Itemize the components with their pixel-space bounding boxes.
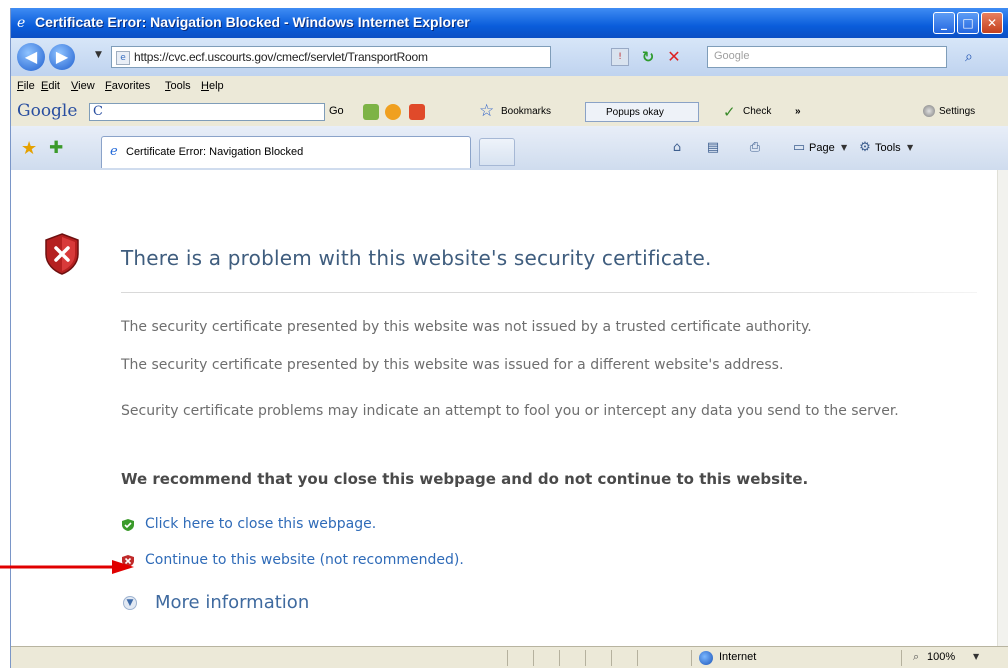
status-divider bbox=[533, 650, 534, 666]
status-divider bbox=[901, 650, 902, 666]
search-placeholder: Google bbox=[714, 50, 750, 62]
status-divider bbox=[507, 650, 508, 666]
warning-text: Security certificate problems may indica… bbox=[121, 403, 899, 419]
new-tab-button[interactable] bbox=[479, 138, 515, 166]
menu-tools[interactable]: Tools bbox=[165, 80, 191, 92]
minimize-button[interactable]: _ bbox=[933, 12, 955, 34]
status-divider bbox=[611, 650, 612, 666]
favorites-center-icon[interactable]: ★ bbox=[21, 138, 37, 159]
expand-chevron-icon[interactable]: ▼ bbox=[123, 596, 137, 610]
address-toolbar: ◀ ▶ ▼ e https://cvc.ecf.uscourts.gov/cme… bbox=[11, 38, 1008, 76]
security-zone: Internet bbox=[719, 651, 757, 663]
close-page-link[interactable]: Click here to close this webpage. bbox=[145, 516, 376, 532]
settings-button[interactable]: Settings bbox=[939, 106, 975, 117]
tools-menu-icon[interactable]: ⚙ bbox=[857, 140, 873, 156]
google-logo: Google bbox=[17, 101, 78, 121]
certificate-error-icon[interactable]: ! bbox=[611, 48, 629, 66]
pagerank-icon[interactable] bbox=[363, 104, 379, 120]
popup-blocker-label: Popups okay bbox=[606, 107, 664, 118]
page-menu[interactable]: Page bbox=[809, 142, 835, 154]
google-go-button[interactable]: Go bbox=[329, 105, 344, 117]
tab-label: Certificate Error: Navigation Blocked bbox=[126, 146, 304, 158]
page-content: There is a problem with this website's s… bbox=[11, 170, 997, 646]
continue-link[interactable]: Continue to this website (not recommende… bbox=[145, 552, 464, 568]
settings-icon[interactable] bbox=[923, 105, 935, 117]
tab-certificate-error[interactable]: e Certificate Error: Navigation Blocked bbox=[101, 136, 471, 168]
menu-edit[interactable]: Edit bbox=[41, 80, 60, 92]
page-dropdown-icon[interactable]: ▼ bbox=[841, 143, 847, 152]
refresh-icon[interactable]: ↻ bbox=[639, 48, 657, 66]
recommendation-text: We recommend that you close this webpage… bbox=[121, 470, 809, 488]
popup-blocker-button[interactable]: Popups okay bbox=[585, 102, 699, 122]
more-tools-chevron[interactable]: » bbox=[795, 106, 801, 117]
address-mismatch-text: The security certificate presented by th… bbox=[121, 357, 784, 373]
forward-button[interactable]: ▶ bbox=[49, 44, 75, 70]
print-icon[interactable]: ⎙ bbox=[747, 140, 763, 156]
status-bar: Internet ⌕ 100% ▼ bbox=[11, 646, 1008, 668]
zoom-level[interactable]: 100% bbox=[927, 651, 955, 663]
page-menu-icon[interactable]: ▭ bbox=[791, 140, 807, 156]
menu-view[interactable]: View bbox=[71, 80, 95, 92]
security-shield-icon bbox=[45, 233, 79, 275]
green-shield-icon bbox=[122, 519, 134, 531]
search-icon[interactable]: ⌕ bbox=[965, 48, 985, 66]
status-divider bbox=[559, 650, 560, 666]
ie-logo-icon: e bbox=[17, 15, 26, 31]
zoom-dropdown-icon[interactable]: ▼ bbox=[973, 652, 979, 661]
more-information-link[interactable]: More information bbox=[155, 592, 309, 613]
recent-pages-dropdown-icon[interactable]: ▼ bbox=[95, 50, 102, 60]
browser-window: e Certificate Error: Navigation Blocked … bbox=[10, 8, 1008, 668]
bookmark-star-icon[interactable]: ☆ bbox=[479, 101, 494, 121]
google-search-input[interactable]: C bbox=[89, 103, 325, 121]
home-icon[interactable]: ⌂ bbox=[669, 140, 685, 156]
tab-bar: ★ ✚ e Certificate Error: Navigation Bloc… bbox=[11, 126, 1008, 171]
menu-bar: File Edit View Favorites Tools Help bbox=[11, 76, 1008, 98]
menu-favorites[interactable]: Favorites bbox=[105, 80, 150, 92]
untrusted-authority-text: The security certificate presented by th… bbox=[121, 319, 812, 335]
url-text: https://cvc.ecf.uscourts.gov/cmecf/servl… bbox=[134, 50, 428, 64]
spell-check-icon[interactable]: ✓ bbox=[723, 103, 736, 121]
window-title: Certificate Error: Navigation Blocked - … bbox=[35, 14, 470, 30]
heading-divider bbox=[121, 292, 977, 293]
toolbar-news-icon[interactable] bbox=[409, 104, 425, 120]
maximize-button[interactable]: □ bbox=[957, 12, 979, 34]
vertical-scrollbar[interactable] bbox=[997, 170, 1008, 646]
title-bar[interactable]: e Certificate Error: Navigation Blocked … bbox=[11, 8, 1008, 38]
address-field[interactable]: e https://cvc.ecf.uscourts.gov/cmecf/ser… bbox=[111, 46, 551, 68]
status-divider bbox=[637, 650, 638, 666]
google-toolbar: Google C Go ☆ Bookmarks Popups okay ✓ Ch… bbox=[11, 98, 1008, 127]
back-button[interactable]: ◀ bbox=[17, 43, 45, 71]
toolbar-feature-icon[interactable] bbox=[385, 104, 401, 120]
annotation-arrow bbox=[0, 560, 134, 574]
search-input[interactable]: Google bbox=[707, 46, 947, 68]
check-button[interactable]: Check bbox=[743, 106, 771, 117]
internet-zone-icon bbox=[699, 651, 713, 665]
add-favorite-icon[interactable]: ✚ bbox=[49, 138, 63, 158]
tools-menu[interactable]: Tools bbox=[875, 142, 901, 154]
menu-help[interactable]: Help bbox=[201, 80, 224, 92]
close-window-button[interactable]: ✕ bbox=[981, 12, 1003, 34]
menu-file[interactable]: File bbox=[17, 80, 35, 92]
tab-page-icon: e bbox=[110, 144, 118, 159]
tools-dropdown-icon[interactable]: ▼ bbox=[907, 143, 913, 152]
stop-icon[interactable]: ✕ bbox=[665, 48, 683, 66]
bookmarks-menu[interactable]: Bookmarks bbox=[501, 106, 551, 117]
status-divider bbox=[691, 650, 692, 666]
status-divider bbox=[585, 650, 586, 666]
google-box-letter: C bbox=[93, 104, 103, 119]
page-icon: e bbox=[116, 51, 130, 65]
feeds-icon[interactable]: ▤ bbox=[705, 140, 721, 156]
page-title: There is a problem with this website's s… bbox=[121, 246, 712, 270]
zoom-icon[interactable]: ⌕ bbox=[913, 650, 919, 664]
